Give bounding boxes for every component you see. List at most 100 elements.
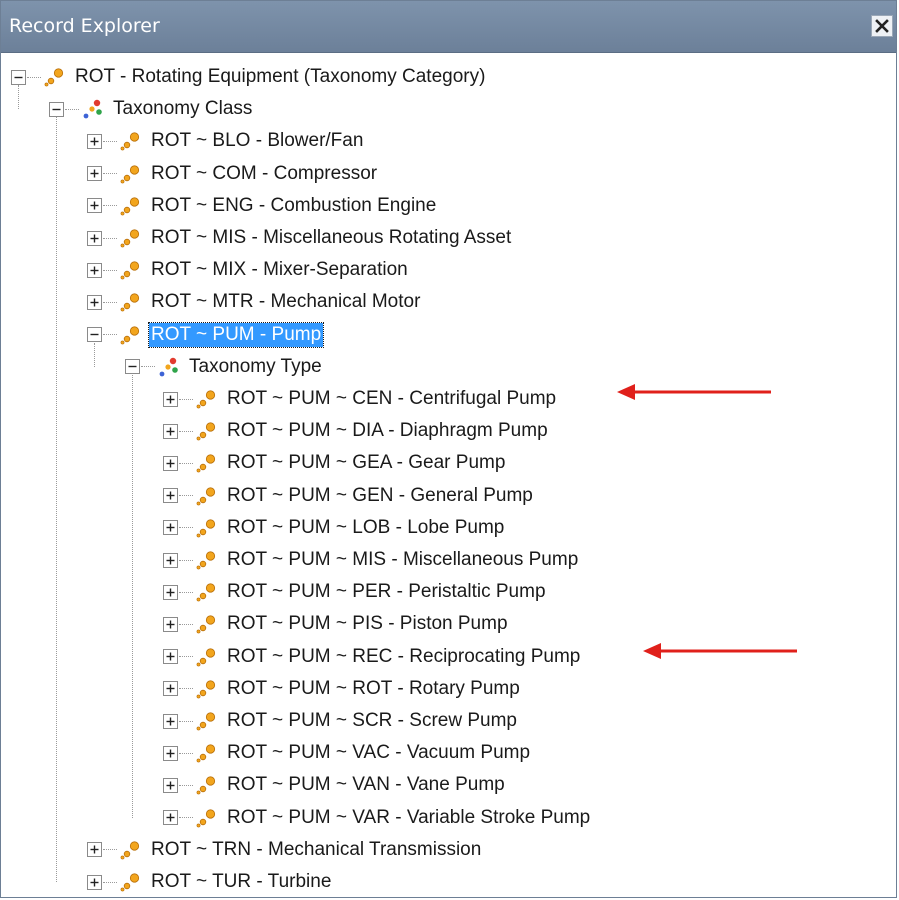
tree-node-type[interactable]: ROT ~ PUM ~ REC - Reciprocating Pump (163, 642, 582, 672)
expand-toggle-icon[interactable] (163, 713, 178, 729)
node-label: ROT ~ MIX - Mixer-Separation (151, 259, 408, 281)
tree-connector (103, 301, 117, 303)
tree-node-type[interactable]: ROT ~ PUM ~ DIA - Diaphragm Pump (163, 416, 550, 446)
record-tree: ROT - Rotating Equipment (Taxonomy Categ… (1, 53, 896, 897)
tree-node-class[interactable]: ROT ~ ENG - Combustion Engine (87, 191, 438, 221)
tree-node-type[interactable]: ROT ~ PUM ~ VAR - Variable Stroke Pump (163, 803, 592, 833)
tree-node-class-pump[interactable]: ROT ~ PUM - Pump (87, 320, 325, 350)
tree-node-taxonomy-class[interactable]: Taxonomy Class (49, 94, 254, 124)
tree-node-type[interactable]: ROT ~ PUM ~ PER - Peristaltic Pump (163, 577, 548, 607)
expand-toggle-icon[interactable] (163, 681, 178, 697)
family-icon (44, 68, 64, 87)
tree-node-type[interactable]: ROT ~ PUM ~ GEA - Gear Pump (163, 448, 507, 478)
tree-node-taxonomy-type[interactable]: Taxonomy Type (125, 352, 324, 382)
expand-toggle-icon[interactable] (87, 198, 102, 214)
node-label: ROT ~ PUM ~ VAN - Vane Pump (227, 774, 505, 796)
tree-node-class[interactable]: ROT ~ MIS - Miscellaneous Rotating Asset (87, 223, 513, 253)
close-button[interactable] (871, 15, 893, 37)
multi-color-family-icon (159, 357, 178, 377)
close-icon (875, 19, 889, 33)
family-icon (196, 422, 216, 441)
collapse-toggle-icon[interactable] (49, 101, 64, 117)
expand-toggle-icon[interactable] (163, 649, 178, 665)
tree-node-type[interactable]: ROT ~ PUM ~ ROT - Rotary Pump (163, 674, 522, 704)
annotation-arrow-centrifugal (617, 384, 771, 400)
tree-node-type[interactable]: ROT ~ PUM ~ VAN - Vane Pump (163, 770, 507, 800)
expand-toggle-icon[interactable] (163, 745, 178, 761)
expand-toggle-icon[interactable] (87, 133, 102, 149)
node-label: ROT ~ PUM ~ REC - Reciprocating Pump (227, 645, 581, 667)
tree-node-type[interactable]: ROT ~ PUM ~ MIS - Miscellaneous Pump (163, 545, 580, 575)
node-label: ROT ~ TUR - Turbine (151, 871, 332, 892)
tree-connector (27, 76, 41, 78)
node-label: ROT ~ PUM - Pump (147, 321, 325, 348)
tree-line-types (132, 374, 133, 818)
family-icon (120, 164, 140, 183)
tree-line-pump (94, 342, 95, 367)
tree-node-type[interactable]: ROT ~ PUM ~ PIS - Piston Pump (163, 609, 510, 639)
expand-toggle-icon[interactable] (87, 842, 102, 858)
tree-connector (103, 205, 117, 207)
tree-node-type[interactable]: ROT ~ PUM ~ SCR - Screw Pump (163, 706, 519, 736)
node-label: ROT ~ PUM ~ VAR - Variable Stroke Pump (227, 806, 591, 828)
tree-node-type[interactable]: ROT ~ PUM ~ LOB - Lobe Pump (163, 513, 506, 543)
expand-toggle-icon[interactable] (87, 874, 102, 890)
family-icon (196, 776, 216, 795)
expand-toggle-icon[interactable] (87, 294, 102, 310)
tree-node-class[interactable]: ROT ~ MIX - Mixer-Separation (87, 255, 410, 285)
record-explorer-window: Record Explorer ROT - Rotating Equipment… (0, 0, 897, 898)
expand-toggle-icon[interactable] (163, 810, 178, 826)
expand-toggle-icon[interactable] (163, 584, 178, 600)
family-icon (120, 841, 140, 860)
tree-node-class[interactable]: ROT ~ TRN - Mechanical Transmission (87, 835, 483, 865)
expand-toggle-icon[interactable] (87, 166, 102, 182)
tree-connector (179, 559, 193, 561)
node-label: ROT ~ TRN - Mechanical Transmission (151, 838, 482, 860)
expand-toggle-icon[interactable] (163, 552, 178, 568)
tree-connector (103, 881, 117, 883)
family-icon (120, 873, 140, 892)
tree-node-type[interactable]: ROT ~ PUM ~ CEN - Centrifugal Pump (163, 384, 558, 414)
node-label: ROT ~ PUM ~ PIS - Piston Pump (227, 613, 508, 635)
annotation-arrow-reciprocating (643, 643, 797, 659)
family-icon (196, 744, 216, 763)
tree-connector (179, 462, 193, 464)
expand-toggle-icon[interactable] (163, 423, 178, 439)
expand-toggle-icon[interactable] (87, 262, 102, 278)
collapse-toggle-icon[interactable] (11, 69, 26, 85)
tree-connector (179, 817, 193, 819)
family-icon (196, 615, 216, 634)
node-label: ROT ~ ENG - Combustion Engine (151, 194, 437, 216)
expand-toggle-icon[interactable] (163, 455, 178, 471)
node-label: ROT ~ BLO - Blower/Fan (151, 130, 364, 152)
node-label: ROT ~ PUM ~ GEN - General Pump (227, 484, 533, 506)
tree-node-root[interactable]: ROT - Rotating Equipment (Taxonomy Categ… (11, 62, 487, 92)
tree-node-class[interactable]: ROT ~ TUR - Turbine (87, 867, 333, 897)
multi-color-family-icon (83, 99, 102, 119)
family-icon (120, 293, 140, 312)
family-icon (196, 680, 216, 699)
family-icon (120, 325, 140, 344)
node-label: ROT ~ PUM ~ GEA - Gear Pump (227, 452, 506, 474)
expand-toggle-icon[interactable] (163, 520, 178, 536)
window-title: Record Explorer (9, 15, 160, 37)
expand-toggle-icon[interactable] (87, 230, 102, 246)
tree-node-class[interactable]: ROT ~ MTR - Mechanical Motor (87, 287, 422, 317)
collapse-toggle-icon[interactable] (87, 327, 102, 343)
tree-connector (179, 591, 193, 593)
collapse-toggle-icon[interactable] (125, 359, 140, 375)
expand-toggle-icon[interactable] (163, 777, 178, 793)
tree-node-class[interactable]: ROT ~ BLO - Blower/Fan (87, 126, 365, 156)
tree-connector (103, 173, 117, 175)
expand-toggle-icon[interactable] (163, 391, 178, 407)
family-icon (196, 390, 216, 409)
node-label: Taxonomy Class (113, 98, 253, 120)
family-icon (196, 647, 216, 666)
tree-connector (103, 140, 117, 142)
tree-node-type[interactable]: ROT ~ PUM ~ GEN - General Pump (163, 481, 535, 511)
tree-connector (103, 269, 117, 271)
tree-node-type[interactable]: ROT ~ PUM ~ VAC - Vacuum Pump (163, 738, 532, 768)
expand-toggle-icon[interactable] (163, 616, 178, 632)
tree-node-class[interactable]: ROT ~ COM - Compressor (87, 159, 379, 189)
expand-toggle-icon[interactable] (163, 488, 178, 504)
